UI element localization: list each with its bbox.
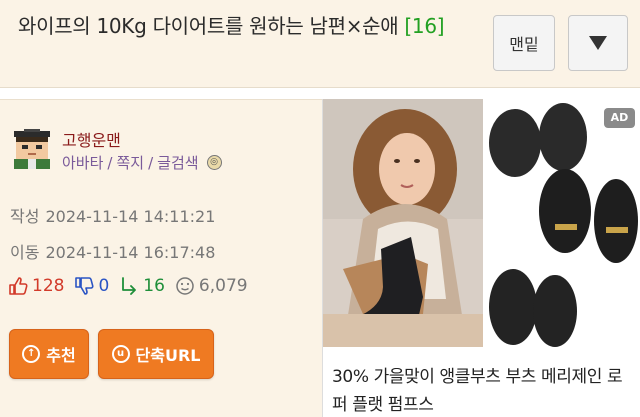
- ad-panel[interactable]: AD 30% 가을맞이 앵클부츠 부츠 메리제인 로퍼 플랫 펌프스: [322, 99, 640, 417]
- level-badge-icon: ◎: [206, 155, 222, 170]
- created-row: 작성 2024-11-14 14:11:21: [10, 203, 215, 227]
- view-count: 6,079: [198, 276, 248, 296]
- created-time: 2024-11-14 14:11:21: [45, 207, 216, 226]
- downvote-stat[interactable]: 0: [74, 276, 109, 296]
- reply-count: 16: [143, 276, 165, 296]
- link-message[interactable]: 쪽지: [116, 152, 144, 173]
- author-panel: 고행운맨 아바타 / 쪽지 / 글검색 ◎ 작성 2024-11-14 14:11…: [0, 99, 322, 417]
- post-title-text: 와이프의 10Kg 다이어트를 원하는 남편×순애: [18, 14, 399, 38]
- upvote-stat[interactable]: 128: [8, 276, 64, 296]
- created-label: 작성: [10, 207, 40, 226]
- reply-stat[interactable]: 16: [119, 276, 165, 296]
- reply-arrow-icon: [122, 277, 137, 295]
- view-stat: 6,079: [175, 276, 248, 296]
- link-avatar[interactable]: 아바타: [62, 152, 103, 173]
- moved-time: 2024-11-14 16:17:48: [45, 243, 216, 262]
- scroll-bottom-button[interactable]: 맨밑: [493, 15, 555, 71]
- upvote-count: 128: [32, 276, 65, 296]
- post-header: 와이프의 10Kg 다이어트를 원하는 남편×순애 [16] 맨밑: [0, 0, 640, 88]
- thumbs-up-icon: [9, 277, 28, 295]
- author-links: 아바타 / 쪽지 / 글검색 ◎: [62, 152, 222, 173]
- link-search-posts[interactable]: 글검색: [157, 152, 198, 173]
- link-separator: /: [148, 153, 154, 172]
- moved-row: 이동 2024-11-14 16:17:48: [10, 239, 215, 263]
- triangle-down-icon: [589, 36, 607, 50]
- recommend-button[interactable]: ↑ 추천: [9, 329, 89, 379]
- downvote-count: 0: [98, 276, 110, 296]
- ad-text[interactable]: 30% 가을맞이 앵클부츠 부츠 메리제인 로퍼 플랫 펌프스: [332, 363, 637, 417]
- moved-label: 이동: [10, 243, 40, 262]
- post-stats: 128 0 16 6,079: [8, 276, 258, 296]
- ad-image[interactable]: [323, 99, 640, 347]
- thumb-circle-icon: ↑: [22, 345, 41, 363]
- smiley-icon: [176, 277, 194, 295]
- link-separator: /: [107, 153, 113, 172]
- link-circle-icon: u: [111, 345, 130, 363]
- author-nickname[interactable]: 고행운맨: [62, 127, 121, 151]
- short-url-label: 단축URL: [135, 346, 201, 365]
- avatar[interactable]: [10, 129, 54, 169]
- comment-count[interactable]: [16]: [404, 14, 444, 38]
- post-title: 와이프의 10Kg 다이어트를 원하는 남편×순애 [16]: [18, 9, 488, 44]
- ad-badge: AD: [604, 108, 635, 128]
- recommend-label: 추천: [46, 346, 76, 365]
- menu-button[interactable]: [568, 15, 628, 71]
- short-url-button[interactable]: u 단축URL: [98, 329, 214, 379]
- thumbs-down-icon: [75, 277, 95, 295]
